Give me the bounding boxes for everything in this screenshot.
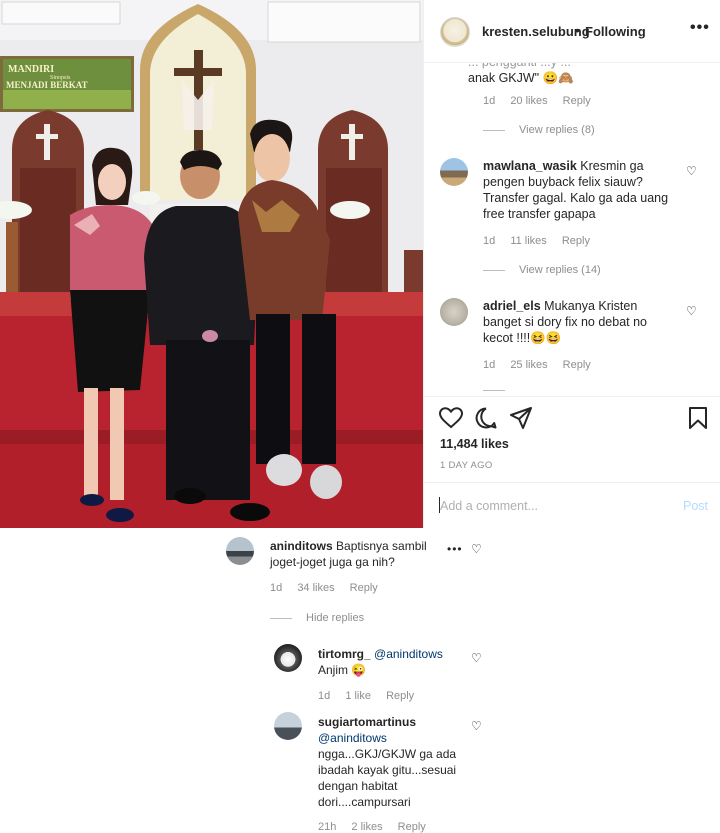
hide-replies-button[interactable]: Hide replies — [270, 612, 364, 624]
author-avatar[interactable] — [440, 17, 470, 47]
comment-body: adriel_els Mukanya Kristen banget si dor… — [483, 298, 693, 346]
bookmark-icon[interactable] — [688, 407, 708, 429]
comment-text-line: pengen buyback felix siauw? — [483, 175, 643, 189]
comment-body: mawlana_wasik Kresmin ga pengen buyback … — [483, 158, 693, 222]
comment-text-line: banget si dory fix no debat no — [483, 315, 648, 329]
comment-meta: 21h 2 likes Reply — [318, 821, 438, 833]
commenter-avatar[interactable] — [440, 158, 468, 186]
mention-link[interactable]: @aninditows — [318, 731, 387, 745]
comment-meta: 1d 25 likes Reply — [483, 359, 603, 371]
commenter-avatar[interactable] — [226, 537, 254, 565]
comment-time: 1d — [270, 582, 283, 594]
comment-text-line: dengan habitat — [318, 779, 398, 793]
comment-meta: 1d 20 likes Reply — [483, 95, 603, 107]
comment-text-line: ibadah kayak gitu...sesuai — [318, 763, 457, 777]
add-comment-input[interactable]: Add a comment... — [440, 499, 538, 513]
comment-text-partial: ... pengganti ...y ... anak GKJW" 😀🙈 — [468, 62, 698, 86]
comments-scroll-area[interactable]: ... pengganti ...y ... anak GKJW" 😀🙈 1d … — [424, 62, 720, 394]
church-photo-illustration: MANDIRI Sinopsis MENJADI BERKAT — [0, 0, 423, 528]
comment-text-line: ... pengganti ...y ... — [468, 62, 571, 69]
likes-count[interactable]: 11,484 likes — [440, 437, 509, 451]
comment-meta: 1d 34 likes Reply — [270, 582, 390, 594]
post-side-panel: kresten.selubung • Following ••• ... pen… — [423, 0, 720, 528]
view-replies-label: View replies (14) — [519, 264, 601, 276]
comment-body: aninditows Baptisnya sambil joget-joget … — [270, 538, 448, 570]
banner-text-3: MENJADI BERKAT — [6, 80, 88, 90]
reply-body: sugiartomartinus @aninditows ngga...GKJ/… — [318, 714, 468, 810]
comment-likes[interactable]: 11 likes — [510, 235, 546, 247]
following-button[interactable]: Following — [585, 24, 646, 39]
reply-button[interactable]: Reply — [563, 95, 591, 107]
commenter-avatar[interactable] — [274, 712, 302, 740]
comment-time: 21h — [318, 821, 337, 833]
comment-time: 1d — [483, 95, 496, 107]
header-separator: • — [575, 22, 580, 38]
view-replies-button[interactable]: View replies (8) — [483, 124, 595, 136]
comment-meta: 1d 11 likes Reply — [483, 235, 602, 247]
divider — [483, 269, 505, 271]
comment-text-line: free transfer gapapa — [483, 207, 596, 221]
author-username[interactable]: kresten.selubung — [482, 24, 590, 39]
comment-text-line: Mukanya Kristen — [544, 299, 638, 313]
comment-username[interactable]: tirtomrg_ — [318, 647, 371, 661]
hide-replies-label: Hide replies — [306, 612, 365, 624]
comment-username[interactable]: sugiartomartinus — [318, 715, 416, 729]
comment-username[interactable]: mawlana_wasik — [483, 159, 577, 173]
post-comment-button[interactable]: Post — [683, 499, 708, 513]
divider — [483, 390, 505, 391]
comment-username[interactable]: adriel_els — [483, 299, 541, 313]
comment-username[interactable]: aninditows — [270, 539, 333, 553]
reply-button[interactable]: Reply — [562, 235, 590, 247]
comment-meta: 1d 1 like Reply — [318, 690, 426, 702]
divider — [483, 129, 505, 131]
comment-text-line: Baptisnya sambil — [336, 539, 427, 553]
reply-button[interactable]: Reply — [350, 582, 378, 594]
like-comment-heart-icon[interactable]: ♡ — [471, 542, 482, 556]
like-comment-heart-icon[interactable]: ♡ — [686, 164, 697, 178]
like-comment-heart-icon[interactable]: ♡ — [471, 651, 482, 665]
reply-button[interactable]: Reply — [398, 821, 426, 833]
comment-likes[interactable]: 34 likes — [297, 582, 334, 594]
divider — [270, 617, 292, 619]
comment-likes[interactable]: 25 likes — [510, 359, 547, 371]
comment-text-line: ngga...GKJ/GKJW ga ada — [318, 747, 457, 761]
comment-text-line: joget-joget juga ga nih? — [270, 555, 395, 569]
commenter-avatar[interactable] — [274, 644, 302, 672]
reply-button[interactable]: Reply — [563, 359, 591, 371]
comment-text-line: kecot !!!!😆😆 — [483, 331, 562, 345]
reply-body: tirtomrg_ @aninditows Anjim 😜 — [318, 646, 468, 678]
post-timestamp: 1 DAY AGO — [440, 460, 493, 471]
comment-icon[interactable] — [475, 407, 497, 429]
comment-likes[interactable]: 1 like — [345, 690, 371, 702]
add-comment-bar: Add a comment... Post — [424, 482, 720, 529]
more-options-icon[interactable]: ••• — [690, 19, 710, 37]
reply-button[interactable]: Reply — [386, 690, 414, 702]
mention-link[interactable]: @aninditows — [374, 647, 443, 661]
like-comment-heart-icon[interactable]: ♡ — [686, 304, 697, 318]
comment-time: 1d — [318, 690, 331, 702]
share-icon[interactable] — [510, 407, 532, 429]
comment-text-line: Anjim 😜 — [318, 663, 367, 677]
like-comment-heart-icon[interactable]: ♡ — [471, 719, 482, 733]
view-replies-button[interactable]: View replies (14) — [483, 264, 601, 276]
comment-text-line: dori....campursari — [318, 795, 411, 809]
comment-time: 1d — [483, 359, 496, 371]
banner-text-1: MANDIRI — [8, 64, 54, 75]
commenter-avatar[interactable] — [440, 298, 468, 326]
view-replies-label: View replies (8) — [519, 124, 595, 136]
comment-text-line: Kresmin ga — [580, 159, 644, 173]
post-photo[interactable]: MANDIRI Sinopsis MENJADI BERKAT — [0, 0, 423, 528]
comment-likes[interactable]: 2 likes — [351, 821, 382, 833]
heart-icon[interactable] — [439, 407, 463, 429]
comment-likes[interactable]: 20 likes — [510, 95, 547, 107]
comment-more-icon[interactable]: ••• — [447, 542, 463, 556]
post-header: kresten.selubung • Following ••• — [424, 0, 720, 63]
comment-time: 1d — [483, 235, 496, 247]
comment-text-line: Transfer gagal. Kalo ga ada uang — [483, 191, 669, 205]
comment-text-line: anak GKJW" 😀🙈 — [468, 71, 574, 85]
